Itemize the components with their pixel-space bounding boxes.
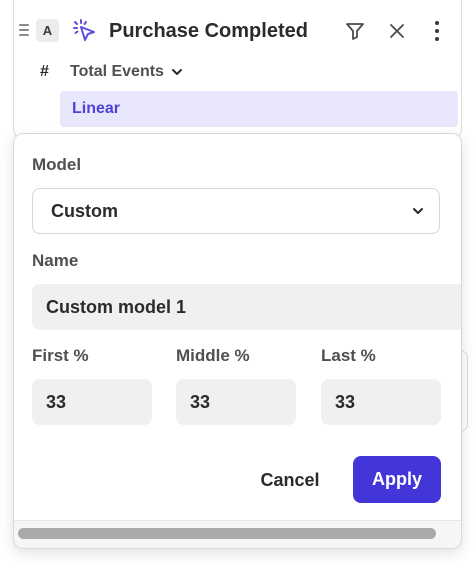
metric-label: Total Events: [70, 63, 164, 80]
drag-handle-icon[interactable]: [19, 24, 29, 38]
scrollbar-thumb[interactable]: [18, 528, 436, 539]
last-percent-label: Last %: [321, 346, 376, 365]
last-percent-input[interactable]: [321, 379, 441, 425]
apply-button[interactable]: Apply: [353, 456, 441, 503]
model-select[interactable]: Custom: [32, 188, 440, 234]
middle-percent-label: Middle %: [176, 346, 250, 365]
click-cursor-icon: [73, 19, 95, 41]
cancel-button[interactable]: Cancel: [242, 457, 338, 503]
filter-icon[interactable]: [342, 18, 368, 44]
close-icon[interactable]: [384, 18, 410, 44]
name-label: Name: [32, 251, 79, 270]
metric-selector[interactable]: # Total Events: [40, 60, 184, 84]
more-vertical-icon[interactable]: [424, 18, 450, 44]
model-name-input[interactable]: [32, 284, 461, 330]
chevron-down-icon: [171, 69, 182, 75]
model-label: Model: [32, 155, 82, 174]
first-percent-label: First %: [32, 346, 89, 365]
first-percent-input[interactable]: [32, 379, 152, 425]
model-select-value: Custom: [51, 200, 118, 221]
chevron-down-icon: [413, 208, 423, 214]
event-letter-badge: A: [36, 19, 59, 42]
event-card: A Purchase Completed # Total Events Line…: [13, 0, 462, 139]
event-title: Purchase Completed: [109, 20, 308, 42]
middle-percent-input[interactable]: [176, 379, 296, 425]
horizontal-scrollbar[interactable]: [14, 520, 461, 548]
attribution-model-chip[interactable]: Linear: [60, 91, 458, 127]
metric-type-symbol: #: [40, 63, 49, 80]
attribution-model-popover: Model Custom Name First % Middle % Last …: [13, 133, 462, 549]
